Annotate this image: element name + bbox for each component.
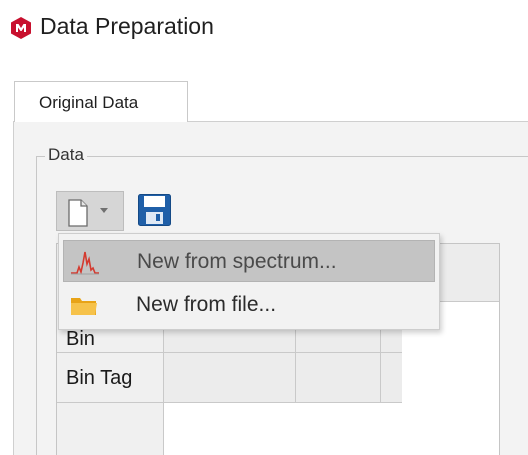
menu-item-new-from-file[interactable]: New from file...: [63, 284, 435, 326]
spectrum-icon: [71, 251, 99, 275]
menu-item-new-from-spectrum[interactable]: New from spectrum...: [63, 240, 435, 282]
tab-label: Original Data: [39, 93, 139, 112]
save-icon[interactable]: [137, 193, 172, 227]
new-dropdown-menu: New from spectrum... New from file...: [58, 233, 440, 330]
row-label-bin-tag: Bin Tag: [66, 367, 133, 389]
data-preparation-window: Data Preparation Original Data Data Bin …: [0, 0, 528, 455]
menu-item-label: New from file...: [136, 293, 277, 316]
new-dropdown-button[interactable]: [56, 191, 124, 231]
grid-row-divider: [57, 402, 402, 403]
title-bar: Data Preparation: [0, 0, 528, 52]
row-label-bin: Bin: [66, 328, 95, 350]
grid-row-divider: [57, 352, 402, 353]
groupbox-legend: Data: [45, 145, 87, 165]
app-logo-icon: [11, 17, 31, 39]
chevron-down-icon: [100, 208, 108, 213]
window-title: Data Preparation: [40, 13, 214, 39]
tab-original-data[interactable]: Original Data: [14, 81, 188, 122]
menu-item-label: New from spectrum...: [137, 250, 337, 273]
folder-icon: [71, 298, 97, 315]
new-document-icon: [68, 199, 88, 227]
